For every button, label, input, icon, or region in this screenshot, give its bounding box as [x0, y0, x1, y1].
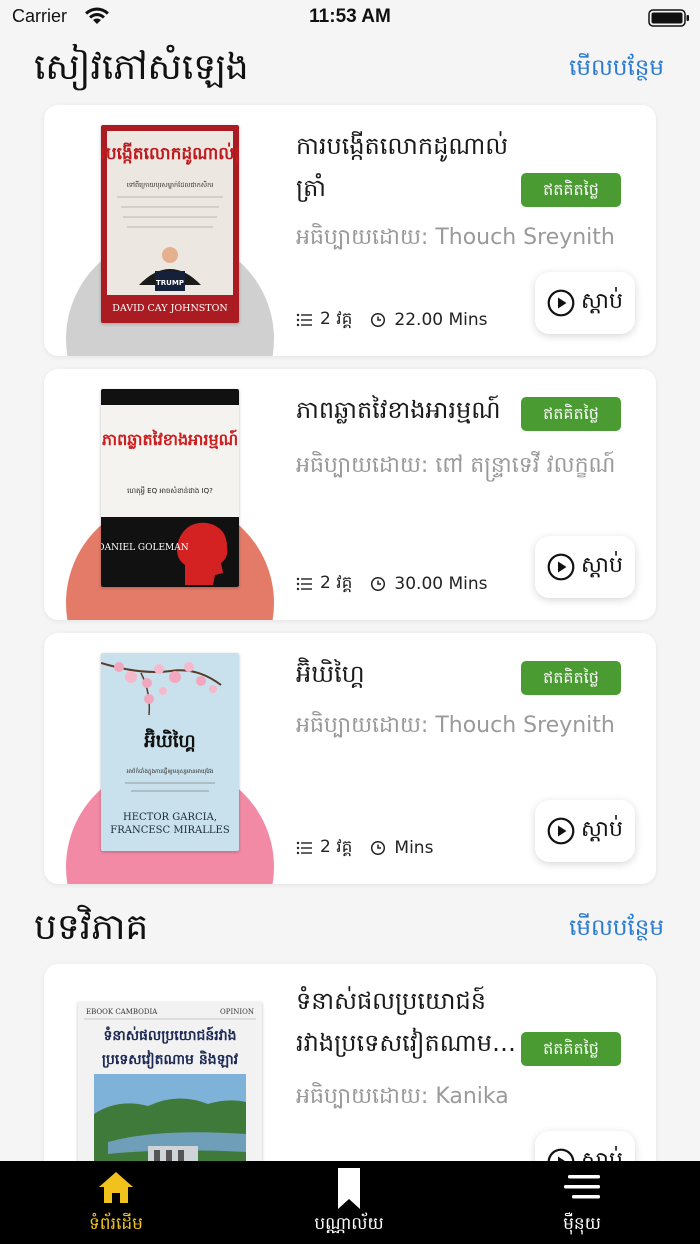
nav-home[interactable]: ទំព័រដើម: [26, 1161, 206, 1244]
nav-library[interactable]: បណ្ណាល័យ: [259, 1161, 439, 1244]
book-meta: 2 វគ្គ 30.00 Mins: [296, 572, 488, 596]
cover-brand: EBOOK CAMBODIA: [86, 1008, 158, 1016]
free-badge: ឥតគិតថ្លៃ: [521, 397, 621, 431]
clock-icon: [371, 576, 386, 592]
audiobook-card[interactable]: ភាពឆ្លាតវៃខាងអារម្មណ៍ ហេតុអ្វី EQ អាចសំខ…: [44, 369, 656, 620]
cover-area: ភាពឆ្លាតវៃខាងអារម្មណ៍ ហេតុអ្វី EQ អាចសំខ…: [66, 389, 274, 620]
menu-icon: [564, 1175, 600, 1199]
book-meta: 2 វគ្គ 22.00 Mins: [296, 308, 488, 332]
bottom-navigation: ទំព័រដើម បណ្ណាល័យ ម៉ឺនុយ: [0, 1161, 700, 1244]
bookmark-icon: [338, 1168, 360, 1209]
duration: Mins: [394, 838, 434, 858]
list-icon: [296, 577, 312, 591]
duration: 22.00 Mins: [394, 310, 488, 330]
nav-label: ម៉ឺនុយ: [563, 1214, 601, 1234]
article-author: អធិប្បាយដោយ: Kanika: [296, 1084, 509, 1109]
nav-label: បណ្ណាល័យ: [314, 1214, 384, 1234]
nav-menu[interactable]: ម៉ឺនុយ: [492, 1161, 672, 1244]
book-meta: 2 វគ្គ Mins: [296, 836, 433, 860]
listen-label: ស្តាប់: [581, 289, 623, 314]
book-cover: ការបង្កើតលោកដូណាល់ត្រាំ ទៅពីក្រោយបុរសម្ន…: [101, 125, 239, 323]
cover-area: អ៊ិឃិហ្គៃ អាថ៌កំបាំងក្នុងការធ្វើឲ្យមនុស្…: [66, 653, 274, 884]
battery-icon: [648, 8, 690, 32]
audiobooks-section-header: សៀវភៅសំឡេង មើលបន្ថែម: [0, 44, 700, 104]
home-icon: [99, 1172, 133, 1203]
list-icon: [296, 313, 312, 327]
cover-area: ការបង្កើតលោកដូណាល់ត្រាំ ទៅពីក្រោយបុរសម្ន…: [66, 125, 274, 356]
play-icon: [547, 817, 575, 845]
free-badge: ឥតគិតថ្លៃ: [521, 661, 621, 695]
free-badge: ឥតគិតថ្លៃ: [521, 173, 621, 207]
listen-button[interactable]: ស្តាប់: [535, 536, 635, 598]
cover-tag: OPINION: [220, 1008, 254, 1016]
clock: 11:53 AM: [309, 6, 391, 27]
book-title: ភាពឆ្លាតវៃខាងអារម្មណ៍: [296, 396, 501, 424]
see-more-link[interactable]: មើលបន្ថែម: [569, 914, 664, 947]
cover-title: ភាពឆ្លាតវៃខាងអារម្មណ៍: [102, 429, 238, 450]
clock-icon: [371, 840, 386, 856]
cover-badge: TRUMP: [156, 279, 184, 287]
chapter-count: 2 វគ្គ: [320, 308, 353, 329]
listen-label: ស្តាប់: [581, 817, 623, 842]
status-bar: Carrier 11:53 AM: [0, 0, 700, 36]
listen-label: ស្តាប់: [581, 553, 623, 578]
list-icon: [296, 841, 312, 855]
book-author: អធិប្បាយដោយ: Thouch Sreynith: [296, 713, 615, 738]
book-cover: អ៊ិឃិហ្គៃ អាថ៌កំបាំងក្នុងការធ្វើឲ្យមនុស្…: [101, 653, 239, 851]
audiobook-card[interactable]: អ៊ិឃិហ្គៃ អាថ៌កំបាំងក្នុងការធ្វើឲ្យមនុស្…: [44, 633, 656, 884]
book-author: អធិប្បាយដោយ: ពៅ តន្ទ្រាទេវី វលក្ខណ៍: [296, 453, 616, 478]
play-icon: [547, 289, 575, 317]
book-title: ការបង្កើតលោកដូណាល់ត្រាំ: [296, 132, 509, 202]
cover-author: HECTOR GARCIA, FRANCESC MIRALLES: [110, 812, 230, 836]
listen-button[interactable]: ស្តាប់: [535, 800, 635, 862]
clock-icon: [371, 312, 386, 328]
nav-label: ទំព័រដើម: [89, 1214, 143, 1234]
cover-subtitle: ហេតុអ្វី EQ អាចសំខាន់ជាង IQ?: [127, 486, 213, 496]
chapter-count: 2 វគ្គ: [320, 836, 353, 857]
cover-author: DANIEL GOLEMAN: [101, 543, 189, 553]
chapter-count: 2 វគ្គ: [320, 572, 353, 593]
analysis-section-header: បទវិភាគ មើលបន្ថែម: [0, 904, 700, 964]
section-title: បទវិភាគ: [34, 907, 149, 948]
cover-title: ការបង្កើតលោកដូណាល់ត្រាំ: [101, 142, 239, 165]
book-author: អធិប្បាយដោយ: Thouch Sreynith: [296, 225, 615, 250]
cover-title: ទំនាស់ផលប្រយោជន៍រវាងប្រទេសវៀតណាម និងឡាវ: [101, 1028, 239, 1068]
cover-subtitle: ទៅពីក្រោយបុរសម្នាក់ដែលជាកសិករ: [127, 180, 214, 190]
cover-title: អ៊ិឃិហ្គៃ: [144, 728, 195, 752]
article-cover: EBOOK CAMBODIA OPINION ទំនាស់ផលប្រយោជន៍រ…: [78, 1002, 262, 1172]
book-cover: ភាពឆ្លាតវៃខាងអារម្មណ៍ ហេតុអ្វី EQ អាចសំខ…: [101, 389, 239, 587]
book-title: អ៊ិឃិហ្គៃ: [296, 660, 365, 688]
see-more-link[interactable]: មើលបន្ថែម: [569, 54, 664, 87]
section-title: សៀវភៅសំឡេង: [34, 47, 249, 88]
duration: 30.00 Mins: [394, 574, 488, 594]
cover-author: DAVID CAY JOHNSTON: [112, 303, 227, 314]
free-badge: ឥតគិតថ្លៃ: [521, 1032, 621, 1066]
cover-subtitle: អាថ៌កំបាំងក្នុងការធ្វើឲ្យមនុស្សមានអាយុវែ…: [127, 767, 214, 776]
play-icon: [547, 553, 575, 581]
listen-button[interactable]: ស្តាប់: [535, 272, 635, 334]
audiobook-card[interactable]: ការបង្កើតលោកដូណាល់ត្រាំ ទៅពីក្រោយបុរសម្ន…: [44, 105, 656, 356]
article-title: ទំនាស់ផលប្រយោជន៍រវាងប្រទេសវៀតណាម និងឡាវ: [296, 987, 492, 1057]
